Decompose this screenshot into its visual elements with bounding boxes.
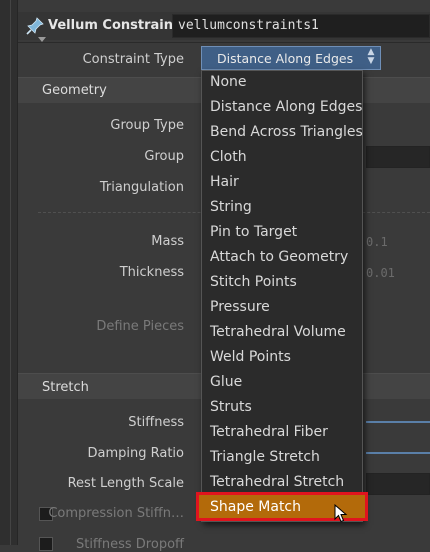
menu-item-triangle-stretch[interactable]: Triangle Stretch — [210, 445, 360, 470]
damping-ratio-slider[interactable] — [366, 452, 430, 454]
menu-item-string[interactable]: String — [210, 195, 360, 220]
menu-item-glue[interactable]: Glue — [210, 370, 360, 395]
dropdown-arrows-icon: ▲ ▼ — [367, 47, 375, 66]
thickness-value[interactable]: 0.01 — [366, 266, 395, 280]
rest-length-scale-label: Rest Length Scale — [67, 476, 184, 491]
rest-length-scale-field[interactable] — [366, 473, 430, 495]
header-divider — [18, 42, 430, 43]
gutter-divider — [10, 0, 11, 545]
group-label: Group — [144, 149, 184, 164]
menu-item-distance-along-edges[interactable]: Distance Along Edges — [210, 95, 362, 120]
menu-item-weld-points[interactable]: Weld Points — [210, 345, 360, 370]
stretch-section-label: Stretch — [42, 380, 89, 395]
menu-item-pressure[interactable]: Pressure — [210, 295, 360, 320]
constraint-type-label: Constraint Type — [82, 52, 184, 67]
menu-item-bend-across-triangles[interactable]: Bend Across Triangles — [210, 120, 363, 145]
menu-item-stitch-points[interactable]: Stitch Points — [210, 270, 360, 295]
menu-item-hair[interactable]: Hair — [210, 170, 360, 195]
menu-item-attach-to-geometry[interactable]: Attach to Geometry — [210, 245, 360, 270]
damping-ratio-label: Damping Ratio — [87, 446, 184, 461]
geometry-section-label: Geometry — [42, 83, 107, 98]
menu-item-pin-to-target[interactable]: Pin to Target — [210, 220, 360, 245]
thickness-label: Thickness — [119, 265, 184, 280]
mouse-cursor-icon — [334, 503, 348, 524]
group-field[interactable] — [366, 146, 430, 168]
menu-item-struts[interactable]: Struts — [210, 395, 360, 420]
stiffness-label: Stiffness — [128, 415, 184, 430]
node-type-title: Vellum Constraints — [48, 18, 187, 33]
menu-item-none[interactable]: None — [210, 70, 360, 95]
constraint-type-dropdown[interactable]: Distance Along Edges — [201, 46, 381, 70]
menu-item-tetrahedral-fiber[interactable]: Tetrahedral Fiber — [210, 420, 360, 445]
mass-value[interactable]: 0.1 — [366, 235, 388, 249]
define-pieces-label: Define Pieces — [96, 319, 184, 334]
mass-label: Mass — [151, 234, 184, 249]
menu-item-shape-match-label: Shape Match — [210, 499, 302, 515]
compression-stiffness-label: Compression Stiffn… — [48, 506, 184, 521]
group-type-label: Group Type — [110, 118, 184, 133]
menu-item-tetrahedral-volume[interactable]: Tetrahedral Volume — [210, 320, 360, 345]
chevron-down-icon[interactable] — [38, 32, 46, 42]
menu-item-cloth[interactable]: Cloth — [210, 145, 360, 170]
stiffness-slider[interactable] — [366, 421, 430, 423]
triangulation-label: Triangulation — [99, 180, 184, 195]
node-name-field[interactable]: vellumconstraints1 — [172, 14, 430, 38]
